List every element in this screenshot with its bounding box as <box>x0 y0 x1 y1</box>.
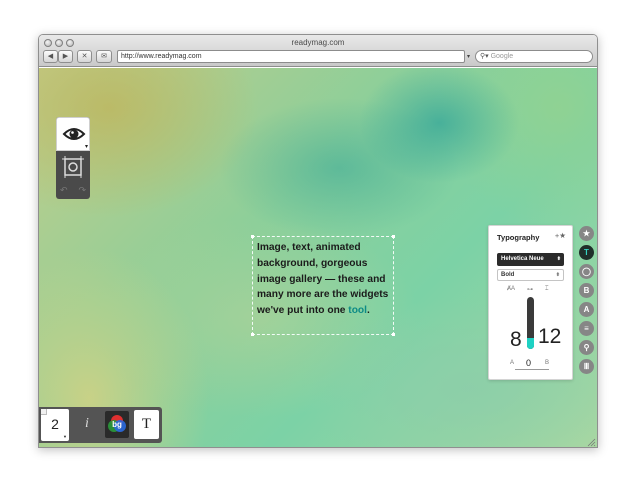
address-bar[interactable]: http://www.readymag.com <box>117 50 465 63</box>
font-family-value: Helvetica Neue <box>501 256 544 262</box>
link-tool-icon[interactable]: ⚲ <box>579 340 594 355</box>
resize-handle[interactable] <box>392 235 395 238</box>
resize-handle[interactable] <box>251 235 254 238</box>
bottom-toolbar: 2 ▼ i bg T <box>39 407 162 443</box>
resize-grip-icon[interactable] <box>587 438 596 447</box>
search-placeholder: Google <box>490 53 514 60</box>
line-height-value[interactable]: 12 <box>538 325 561 349</box>
bold-tool-icon[interactable]: B <box>579 283 594 298</box>
redo-icon[interactable]: ↷ <box>78 185 86 195</box>
slider-fill <box>527 337 534 349</box>
font-size-value[interactable]: 8 <box>510 328 522 352</box>
resize-handle[interactable] <box>251 333 254 336</box>
font-tool-icon[interactable]: A <box>579 302 594 317</box>
font-weight-value: Bold <box>501 272 515 278</box>
background-button[interactable]: bg <box>105 411 129 438</box>
tracking-value[interactable]: 0 <box>526 358 531 368</box>
background-icon: bg <box>108 415 126 432</box>
tracking-min-label: A <box>510 360 515 366</box>
page-number: 2 <box>51 416 59 432</box>
align-tool-icon[interactable]: ≡ <box>579 321 594 336</box>
tracking-slider[interactable] <box>515 369 549 370</box>
undo-icon[interactable]: ↶ <box>60 185 68 195</box>
resize-handle[interactable] <box>392 333 395 336</box>
font-size-icon: ȺA <box>507 286 516 292</box>
bookmark-button[interactable]: ✉ <box>96 50 112 63</box>
left-toolbar: ↶ ↷ <box>56 117 90 199</box>
browser-window: readymag.com ◀ ▶ ✕ ✉ http://www.readymag… <box>38 34 598 448</box>
history-controls: ↶ ↷ <box>60 185 86 195</box>
preview-button[interactable] <box>56 117 90 151</box>
add-text-button[interactable]: T <box>134 410 159 439</box>
editor-canvas[interactable]: ↶ ↷ Image, text, animated background, go… <box>39 68 597 447</box>
text-tool-icon[interactable]: T <box>579 245 594 260</box>
font-weight-select[interactable]: Bold ⬍ <box>497 269 564 281</box>
crop-icon <box>62 156 84 178</box>
line-height-icon: ⌶ <box>545 286 549 292</box>
page-corner-icon <box>41 409 47 415</box>
chevron-down-icon: ▼ <box>63 434 67 439</box>
add-favorite-icon[interactable]: +★ <box>555 231 566 240</box>
widget-text-highlight: tool <box>348 305 367 317</box>
columns-tool-icon[interactable]: Ⅲ <box>579 359 594 374</box>
page-number-button[interactable]: 2 ▼ <box>41 409 69 441</box>
forward-button[interactable]: ▶ <box>58 50 73 63</box>
widget-text-end: . <box>366 305 370 317</box>
select-arrow-icon: ⬍ <box>556 256 561 262</box>
typography-panel: Typography +★ Helvetica Neue ⬍ Bold ⬍ ȺA… <box>488 225 573 380</box>
tracking-max-label: B <box>545 360 550 366</box>
eye-icon <box>62 128 88 148</box>
search-field[interactable]: ⚲▾ Google <box>475 50 593 63</box>
select-arrow-icon: ⬍ <box>555 272 560 278</box>
crop-button[interactable] <box>59 154 87 180</box>
title-bar: readymag.com ◀ ▶ ✕ ✉ http://www.readymag… <box>39 35 597 67</box>
widget-text[interactable]: Image, text, animated background, gorgeo… <box>257 240 397 319</box>
link-values-icon[interactable]: ⊶ <box>527 286 533 293</box>
window-title: readymag.com <box>291 38 345 47</box>
search-icon: ⚲▾ <box>480 53 491 60</box>
address-dropdown-icon[interactable]: ▾ <box>467 53 470 60</box>
stop-button[interactable]: ✕ <box>77 50 92 63</box>
info-button[interactable]: i <box>77 412 97 436</box>
font-family-select[interactable]: Helvetica Neue ⬍ <box>497 253 564 266</box>
background-icon-label: bg <box>112 420 122 429</box>
text-widget[interactable]: Image, text, animated background, gorgeo… <box>251 235 397 336</box>
panel-title: Typography <box>497 233 540 242</box>
back-button[interactable]: ◀ <box>43 50 58 63</box>
circle-tool-icon[interactable]: ◯ <box>579 264 594 279</box>
star-tool-icon[interactable]: ★ <box>579 226 594 241</box>
font-size-slider[interactable] <box>527 297 534 349</box>
